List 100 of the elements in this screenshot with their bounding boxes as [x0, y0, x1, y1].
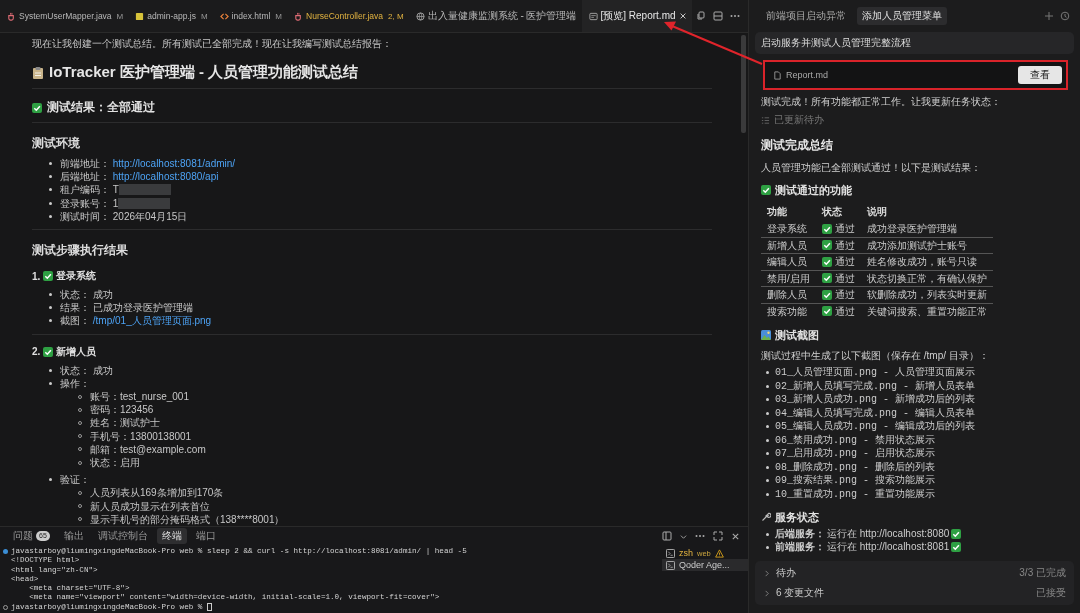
table-cell: 通过 [834, 256, 855, 268]
editor-tab[interactable]: SystemUserMapper.java M [0, 0, 129, 32]
screenshot-entry: 02_新增人员填写完成.png - 新增人员表单 [775, 380, 975, 392]
service-status: 运行在 http://localhost:8080 [827, 528, 950, 541]
editor-tab[interactable]: NurseController.java 2, M [287, 0, 409, 32]
table-cell: 通过 [834, 239, 855, 251]
collapsible-row[interactable]: 6 变更文件 已接受 [755, 583, 1074, 603]
item-label: 验证： [60, 474, 90, 486]
table-cell: 关键词搜索、重置功能正常 [860, 303, 993, 319]
panel-tab[interactable]: 终端 [156, 528, 187, 544]
sub-item: 新人员成功显示在列表首位 [90, 500, 210, 512]
view-button[interactable]: 查看 [1018, 66, 1062, 84]
sub-item: 状态：启用 [90, 457, 140, 469]
table-cell: 通过 [834, 223, 855, 235]
screenshot-entry: 01_人员管理页面.png - 人员管理页面展示 [775, 367, 975, 378]
item-value: 1 [112, 197, 119, 209]
sub-item: 邮箱：test@example.com [90, 443, 206, 455]
editor-tab[interactable]: admin-app.js M [128, 0, 213, 32]
step-number: 1. [32, 270, 41, 282]
item-label: 截图： [60, 315, 90, 327]
section-heading: 测试通过的功能 [775, 183, 852, 197]
screenshot-entry: 10_重置成功.png - 重置功能展示 [775, 488, 935, 500]
item-value: 已成功登录医护管理端 [92, 302, 193, 314]
screenshot-entry: 07_启用成功.png - 启用状态展示 [775, 448, 935, 459]
table-cell: 成功登录医护管理端 [860, 221, 993, 237]
screenshot-entry: 05_编辑人员成功.png - 编辑成功后的列表 [775, 421, 975, 432]
item-value: 成功 [92, 289, 113, 300]
collapsible-row[interactable]: 待办 3/3 已完成 [755, 563, 1074, 583]
todo-update-text: 已更新待办 [774, 113, 824, 127]
file-link[interactable]: /tmp/01_人员管理页面.png [92, 315, 212, 327]
item-label: 测试时间： [60, 210, 110, 222]
service-label: 前端服务： [775, 540, 825, 553]
panel-tab[interactable]: 输出 [58, 528, 89, 544]
table-cell: 删除人员 [761, 286, 816, 303]
item-label: 租户编码： [60, 184, 110, 196]
screenshot-entry: 03_新增人员成功.png - 新增成功后的列表 [775, 394, 975, 405]
message-text: 测试完成！所有功能都正常工作。让我更新任务状态： [761, 95, 1002, 108]
service-label: 后端服务： [775, 528, 825, 541]
row-label: 6 变更文件 [776, 586, 825, 600]
panel-tab[interactable]: 调试控制台 [92, 528, 153, 544]
item-value: 成功 [92, 364, 113, 376]
task-text: 启动服务并测试人员管理完整流程 [761, 37, 911, 48]
sub-item: 手机号：13800138001 [90, 430, 192, 442]
item-label: 后端地址： [60, 171, 110, 183]
intro-text: 现在让我创建一个测试总结。所有测试已全部完成！现在让我编写测试总结报告： [32, 37, 393, 51]
table-cell: 禁用/启用 [761, 270, 816, 287]
table-cell: 状态切换正常，有确认保护 [860, 270, 993, 287]
editor-tab[interactable]: [预览] Report.md [581, 0, 692, 32]
section-heading: 测试步骤执行结果 [32, 242, 129, 259]
row-status: 已接受 [1036, 586, 1066, 600]
table-cell: 编辑人员 [761, 253, 816, 270]
terminal-session[interactable]: Qoder Age... [662, 559, 748, 571]
table-cell: 通过 [834, 305, 855, 317]
file-name: Report.md [786, 70, 830, 80]
column-header: 功能 [766, 205, 788, 219]
table-cell: 姓名修改成功，账号只读 [860, 253, 993, 270]
item-value: 2026年04月15日 [112, 210, 188, 222]
column-header: 说明 [865, 205, 888, 219]
item-label: 操作： [60, 377, 90, 389]
table-cell: 通过 [834, 289, 855, 301]
section-heading: 测试环境 [32, 135, 81, 152]
sub-item: 账号：test_nurse_001 [90, 391, 189, 403]
row-status: 3/3 已完成 [1019, 566, 1066, 580]
url-link[interactable]: http://localhost:8081/admin/ [112, 158, 236, 169]
step-title: 登录系统 [56, 269, 97, 283]
table-cell: 搜索功能 [761, 303, 816, 319]
item-label: 结果： [60, 302, 90, 314]
table-cell: 通过 [834, 272, 855, 284]
sub-item: 显示手机号的部分掩码格式（138****8001） [90, 513, 285, 525]
item-label: 状态： [60, 289, 90, 300]
item-label: 前端地址： [60, 158, 110, 169]
table-cell: 登录系统 [761, 221, 816, 237]
screenshot-entry: 08_删除成功.png - 删除后的列表 [775, 461, 935, 473]
chat-tab[interactable]: 添加人员管理菜单 [857, 7, 947, 25]
section-heading: 测试截图 [775, 328, 819, 342]
step-number: 2. [32, 346, 41, 358]
table-cell: 新增人员 [761, 237, 816, 254]
table-cell: 成功添加测试护士账号 [860, 237, 993, 254]
column-header: 状态 [820, 205, 843, 219]
screenshots-intro: 测试过程中生成了以下截图（保存在 /tmp/ 目录）： [761, 349, 990, 362]
result-heading: 测试结果：全部通过 [47, 99, 155, 116]
screenshot-entry: 09_搜索结果.png - 搜索功能展示 [775, 475, 935, 486]
chat-tab[interactable]: 前端项目启动异常 [761, 7, 851, 25]
editor-tab[interactable]: index.html M [212, 0, 288, 32]
summary-heading: 测试完成总结 [761, 137, 834, 154]
screenshot-entry: 04_编辑人员填写完成.png - 编辑人员表单 [775, 407, 975, 419]
panel-tab[interactable]: 端口 [190, 528, 221, 544]
document-title: IoTracker 医护管理端 - 人员管理功能测试总结 [49, 63, 359, 82]
item-value: T [112, 184, 119, 196]
sub-item: 密码：123456 [90, 404, 154, 416]
sub-item: 姓名：测试护士 [90, 417, 160, 429]
table-cell: 软删除成功，列表实时更新 [860, 286, 993, 303]
url-link[interactable]: http://localhost:8080/api [112, 171, 219, 183]
step-title: 新增人员 [56, 344, 97, 359]
item-label: 状态： [60, 364, 90, 376]
editor-tab[interactable]: 出入量健康监测系统 - 医护管理端 [408, 0, 582, 32]
item-label: 登录账号： [60, 197, 110, 209]
row-label: 待办 [776, 566, 796, 580]
section-heading: 服务状态 [775, 510, 819, 524]
summary-text: 人员管理功能已全部测试通过！以下是测试结果： [761, 161, 982, 174]
